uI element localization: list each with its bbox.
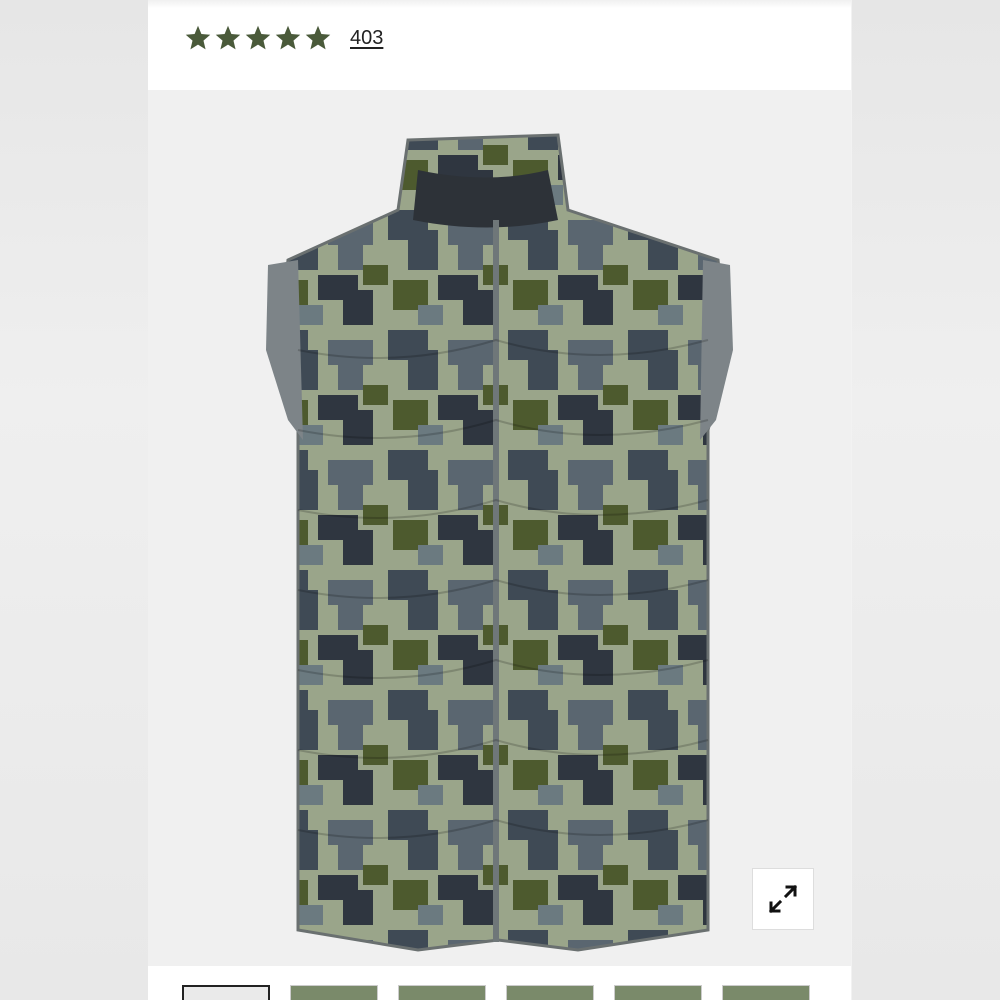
background-right — [852, 0, 1000, 1000]
star-icon — [305, 25, 331, 50]
background-left — [0, 0, 148, 1000]
thumbnail-item[interactable] — [506, 985, 594, 1000]
star-icon — [275, 25, 301, 50]
expand-icon — [768, 884, 798, 914]
camo-vest-image — [148, 90, 851, 966]
star-icon — [215, 25, 241, 50]
rating-stars — [184, 24, 332, 52]
thumbnail-item[interactable] — [290, 985, 378, 1000]
thumbnail-item[interactable] — [722, 985, 810, 1000]
product-page: 403 — [148, 0, 851, 1000]
thumbnail-item[interactable] — [182, 985, 270, 1000]
header-shadow — [148, 0, 851, 8]
thumbnail-item[interactable] — [398, 985, 486, 1000]
thumbnail-strip — [182, 985, 851, 1000]
product-rating: 403 — [184, 22, 383, 54]
product-gallery — [148, 90, 851, 966]
expand-image-button[interactable] — [752, 868, 814, 930]
star-icon — [245, 25, 271, 50]
thumbnail-item[interactable] — [614, 985, 702, 1000]
review-count-link[interactable]: 403 — [350, 27, 383, 50]
star-icon — [185, 25, 211, 50]
